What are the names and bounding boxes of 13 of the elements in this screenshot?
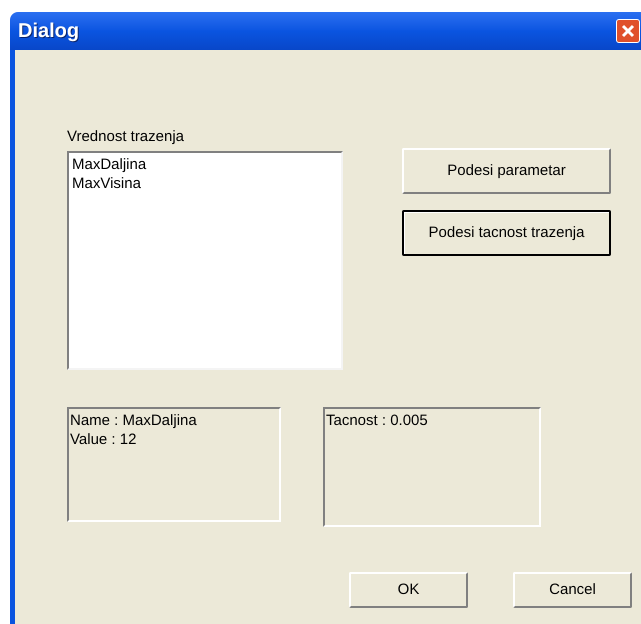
info-text: Tacnost : 0.005 <box>326 411 428 430</box>
action-button[interactable]: Podesi parametar <box>402 148 611 194</box>
list-item[interactable]: MaxVisina <box>72 174 141 193</box>
info-text: Name : MaxDaljina <box>70 411 197 430</box>
list-box[interactable]: MaxDaljina MaxVisina <box>67 151 343 370</box>
close-icon[interactable] <box>616 19 640 43</box>
info-text: Value : 12 <box>70 430 136 449</box>
dialog-button[interactable]: OK <box>349 572 468 608</box>
window-title: Dialog <box>18 19 80 44</box>
list-label: Vrednost trazenja <box>67 128 186 146</box>
list-item[interactable]: MaxDaljina <box>72 155 146 174</box>
dialog-button[interactable]: Cancel <box>513 572 632 608</box>
action-button[interactable]: Podesi tacnost trazenja <box>402 210 611 256</box>
